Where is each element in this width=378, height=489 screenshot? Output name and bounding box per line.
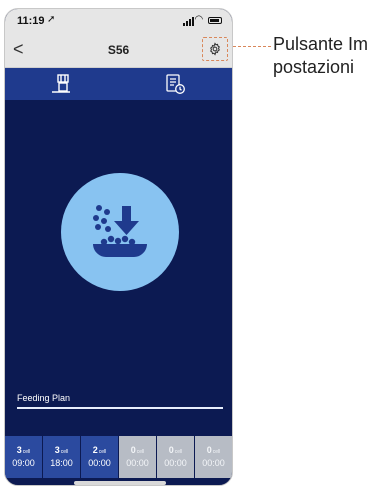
settings-button[interactable] [202,37,228,61]
status-bar: 11:19 ➚ ◠ [5,9,232,33]
feeding-slot[interactable]: 0cell 00:00 [157,436,194,478]
slot-count: 0 [130,445,136,455]
home-indicator [74,481,166,485]
feeding-slot[interactable]: 3cell 09:00 [5,436,42,478]
slot-unit: cell [212,449,221,455]
slot-time: 09:00 [12,458,35,468]
navigation-bar: < S56 [5,33,232,68]
slot-unit: cell [22,449,31,455]
slot-time: 00:00 [164,458,187,468]
slot-unit: cell [174,449,183,455]
slot-time: 00:00 [88,458,111,468]
dispense-food-button[interactable] [61,173,179,291]
feeding-slot[interactable]: 0cell 00:00 [195,436,232,478]
feeder-icon [51,74,70,93]
slot-count: 0 [206,445,212,455]
food-dispense-icon [93,205,147,257]
feeding-plan-strip: 3cell 09:00 3cell 18:00 2cell 00:00 0cel… [5,436,232,478]
divider [17,407,223,409]
tab-bar [5,68,232,100]
feeding-plan-label: Feeding Plan [17,393,71,403]
slot-unit: cell [136,449,145,455]
page-title: S56 [107,43,130,57]
location-arrow-icon: ➚ [47,14,56,25]
slot-count: 2 [92,445,98,455]
tab-feeder[interactable] [5,68,119,100]
slot-time: 18:00 [50,458,73,468]
phone-screen: 11:19 ➚ ◠ < S56 Feeding Plan 3cell 09:00… [4,8,233,486]
slot-count: 0 [168,445,174,455]
feeding-slot[interactable]: 3cell 18:00 [43,436,80,478]
callout-connector [233,46,271,47]
gear-icon [210,42,220,56]
slot-count: 3 [54,445,60,455]
tab-schedule[interactable] [119,68,233,100]
battery-icon [208,17,222,24]
callout-label: Pulsante Impostazioni [273,34,369,77]
slot-time: 00:00 [126,458,149,468]
status-time: 11:19 [17,15,45,27]
wifi-icon: ◠ [195,14,203,25]
slot-unit: cell [60,449,69,455]
signal-icon [183,17,194,26]
feeding-slot[interactable]: 2cell 00:00 [81,436,118,478]
slot-unit: cell [98,449,107,455]
slot-time: 00:00 [202,458,225,468]
feeding-slot[interactable]: 0cell 00:00 [119,436,156,478]
slot-count: 3 [16,445,22,455]
schedule-document-icon [166,74,186,94]
